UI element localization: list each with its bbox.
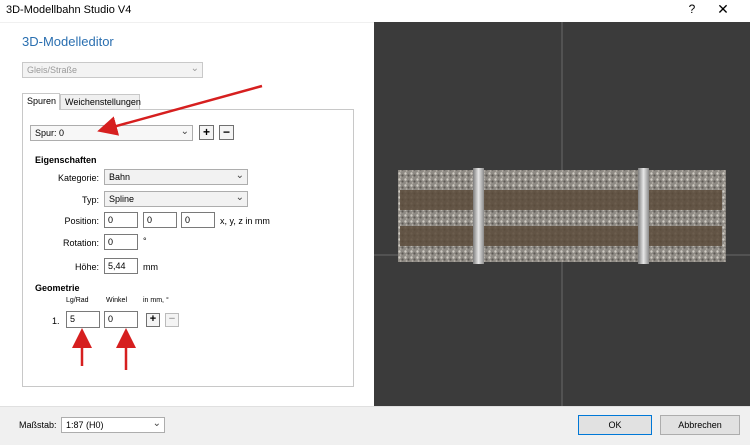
rail-left [473,168,484,264]
track-preview [374,22,750,406]
ok-button[interactable]: OK [578,415,652,435]
cancel-button[interactable]: Abbrechen [660,415,740,435]
chevron-down-icon: ⌄ [152,418,161,429]
3d-viewport[interactable] [374,22,750,406]
scale-select[interactable]: 1:87 (H0) ⌄ [61,417,165,433]
sleeper [400,190,722,210]
scale-label: Maßstab: [19,420,57,430]
tab-spuren-label: Spuren [27,96,57,106]
scale-value: 1:87 (H0) [66,420,104,430]
rail-right [638,168,649,264]
tab-spuren[interactable]: Spuren [22,93,60,110]
arrow-to-track-select [97,84,263,136]
sleeper [400,226,722,246]
ballast-bed [398,170,726,262]
